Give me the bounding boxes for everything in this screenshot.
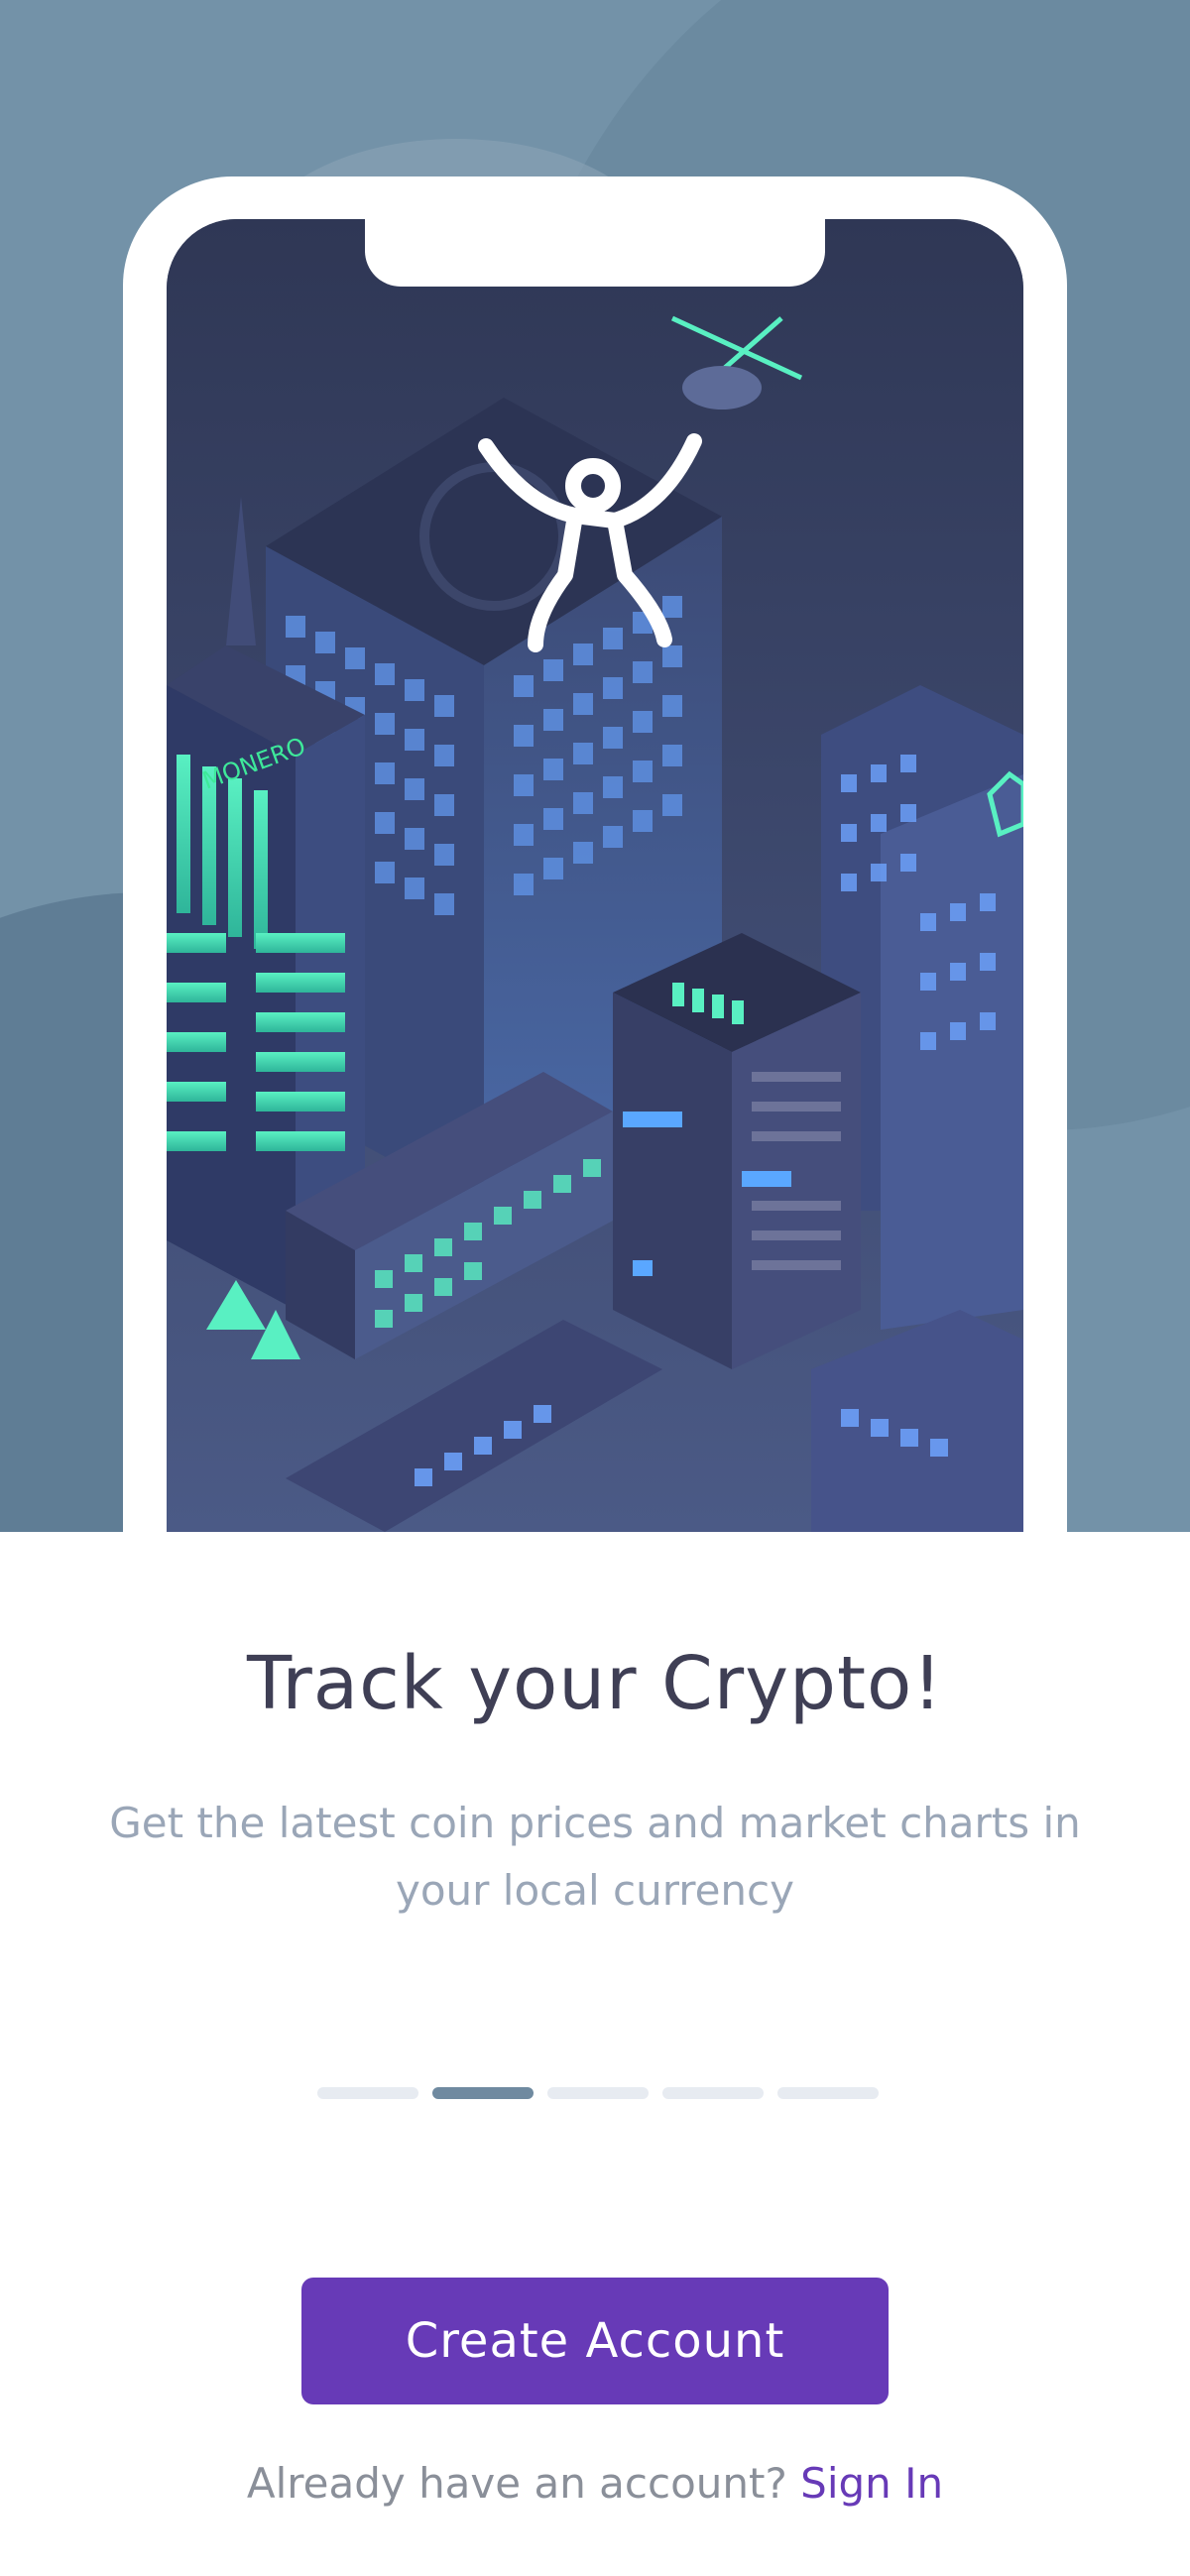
jumping-person-icon xyxy=(478,433,702,652)
page-subtitle: Get the latest coin prices and market ch… xyxy=(109,1799,1081,1915)
phone-notch xyxy=(365,219,825,287)
page-indicator xyxy=(317,2087,883,2101)
page-indicator-dot[interactable] xyxy=(547,2087,649,2099)
sign-in-link[interactable]: Sign In xyxy=(800,2459,943,2508)
signin-prompt-text: Already have an account? xyxy=(246,2459,787,2508)
page-title: Track your Crypto! xyxy=(247,1641,943,1726)
city-illustration: MONERO xyxy=(167,219,1023,1532)
page-indicator-dot[interactable] xyxy=(662,2087,764,2099)
create-account-button[interactable]: Create Account xyxy=(301,2278,889,2404)
page-indicator-dot-active[interactable] xyxy=(432,2087,534,2099)
page-indicator-dot[interactable] xyxy=(317,2087,418,2099)
page-indicator-dot[interactable] xyxy=(777,2087,879,2099)
signin-prompt-row: Already have an account? Sign In xyxy=(0,2459,1190,2508)
